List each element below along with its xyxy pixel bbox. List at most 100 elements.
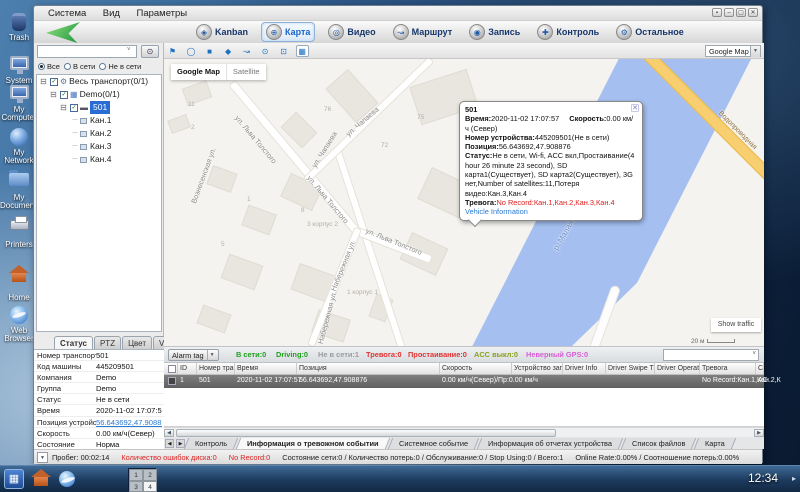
col-id[interactable]: ID	[178, 363, 197, 374]
chevron-down-icon[interactable]: ˅	[127, 47, 131, 53]
taskbar-clock[interactable]: 12:34	[748, 471, 778, 485]
tab-ptz[interactable]: PTZ	[94, 336, 121, 349]
tree-node-group[interactable]: ⊟✓▦Demo(0/1)	[37, 88, 161, 101]
workspace-2[interactable]: 2	[143, 469, 157, 481]
toolbar-control-button[interactable]: ✚Контроль	[533, 23, 603, 41]
map-canvas[interactable]: Вознесенская ул. ул. Льва Толстого ул. Л…	[164, 59, 764, 346]
building-label: 8	[301, 207, 305, 214]
filter-all[interactable]: Все	[38, 62, 60, 71]
route-icon: ↝	[393, 24, 409, 40]
scroll-left-icon[interactable]: ◀	[164, 429, 174, 437]
fullscreen-icon[interactable]: ⊡	[277, 46, 290, 58]
layer-satellite-button[interactable]: Satellite	[226, 64, 266, 80]
col-driver-operating[interactable]: Driver Operating Tir	[655, 363, 700, 374]
toolbar-other-button[interactable]: ⚙Остальное	[612, 23, 688, 41]
tab-device-reports[interactable]: Информация об отчетах устройства	[477, 438, 623, 449]
taskbar-browser-button[interactable]	[58, 470, 76, 488]
menu-parameters[interactable]: Параметры	[136, 6, 187, 21]
row-checkbox[interactable]	[168, 377, 176, 385]
zoom-icon[interactable]: ⊙	[259, 46, 272, 58]
toolbar-route-button[interactable]: ↝Маршрут	[389, 23, 457, 41]
street-label: ул. Льва Толстого	[233, 114, 278, 166]
tab-status[interactable]: Статус	[54, 336, 93, 349]
col-speed[interactable]: Скорость	[440, 363, 512, 374]
minimize-button[interactable]: –	[724, 8, 734, 17]
polyline-icon[interactable]: ↝	[240, 46, 253, 58]
record-icon: ◉	[469, 24, 485, 40]
building-label: 75	[417, 114, 424, 121]
col-record-device[interactable]: Устройство записи с	[512, 363, 563, 374]
scroll-right-icon[interactable]: ▶	[754, 429, 764, 437]
printer-icon	[8, 220, 30, 240]
polygon-icon[interactable]: ◆	[222, 46, 235, 58]
tree-node-channel-1[interactable]: ─Кан.1	[37, 114, 161, 127]
alarm-tag-button[interactable]: Alarm tag▼	[168, 349, 219, 361]
rectangle-icon[interactable]: ■	[203, 46, 216, 58]
tree-node-channel-3[interactable]: ─Кан.3	[37, 140, 161, 153]
toolbar-kanban-button[interactable]: ◈Kanban	[192, 23, 252, 41]
close-button[interactable]: ✕	[748, 8, 758, 17]
position-link[interactable]: 56.643692,47.908876	[96, 417, 162, 427]
filter-online[interactable]: В сети	[64, 62, 95, 71]
tab-file-list[interactable]: Список файлов	[620, 438, 696, 449]
col-status[interactable]: С	[756, 363, 764, 374]
filter-radios: Все В сети Не в сети	[34, 60, 164, 73]
table-row[interactable]: 1 501 2020-11-02 17:07:57 56.643692,47.9…	[164, 375, 764, 388]
tab-scroll-left-icon[interactable]: ◀	[165, 439, 174, 448]
collapse-icon[interactable]: ⊟	[49, 88, 58, 101]
search-button[interactable]: ⊙	[141, 45, 159, 58]
alarm-filter-combo[interactable]	[663, 349, 759, 361]
checkbox[interactable]: ✓	[70, 104, 78, 112]
circle-icon[interactable]: ◯	[185, 46, 198, 58]
toolbar-video-button[interactable]: ◎Видео	[324, 23, 379, 41]
collapse-icon[interactable]: ⊟	[59, 101, 68, 114]
tray-button[interactable]: ▪	[712, 8, 722, 17]
tab-control[interactable]: Контроль	[184, 438, 239, 449]
tree-node-root[interactable]: ⊟✓⚙Весь транспорт(0/1)	[37, 75, 161, 88]
menu-view[interactable]: Вид	[103, 6, 120, 21]
scrollbar-thumb[interactable]	[176, 429, 556, 437]
gear-icon: ⚙	[616, 24, 632, 40]
layers-icon[interactable]: ▦	[296, 45, 309, 57]
col-alarm[interactable]: Тревога	[700, 363, 756, 374]
workspace-4[interactable]: 4	[143, 481, 157, 492]
start-menu-button[interactable]: ▦	[4, 469, 24, 489]
col-time[interactable]: Время	[235, 363, 297, 374]
layer-map-button[interactable]: Google Map	[171, 64, 226, 80]
tab-system-events[interactable]: Системное событие	[387, 438, 479, 449]
menu-system[interactable]: Система	[48, 6, 86, 21]
map-provider-combo[interactable]: Google Map▼	[705, 45, 761, 57]
checkbox[interactable]: ✓	[50, 78, 58, 86]
tray-expand-icon[interactable]: ▸	[792, 474, 796, 483]
show-traffic-button[interactable]: Show traffic	[711, 318, 761, 332]
toolbar-map-button[interactable]: ⊕Карта	[261, 22, 315, 42]
toolbar-record-button[interactable]: ◉Запись	[465, 23, 524, 41]
col-position[interactable]: Позиция	[297, 363, 440, 374]
col-driver-info[interactable]: Driver Info	[563, 363, 606, 374]
start-icon: ▦	[9, 473, 19, 485]
channel-icon	[80, 157, 87, 163]
collapse-icon[interactable]: ⊟	[39, 75, 48, 88]
tab-color[interactable]: Цвет	[122, 336, 152, 349]
col-driver-swipe[interactable]: Driver Swipe Time	[606, 363, 655, 374]
filter-offline[interactable]: Не в сети	[99, 62, 141, 71]
workspace-1[interactable]: 1	[129, 469, 143, 481]
workspace-3[interactable]: 3	[129, 481, 143, 492]
taskbar-home-button[interactable]	[32, 470, 50, 488]
tree-node-channel-2[interactable]: ─Кан.2	[37, 127, 161, 140]
maximize-button[interactable]: ▢	[736, 8, 746, 17]
col-vehicle[interactable]: Номер трансп	[197, 363, 235, 374]
flag-icon[interactable]: ⚑	[166, 46, 179, 58]
tab-alarm-info[interactable]: Информация о тревожном событии	[236, 438, 390, 449]
horizontal-scrollbar[interactable]: ◀ ▶	[164, 427, 764, 437]
tree-node-vehicle-501[interactable]: ⊟✓▬501	[37, 101, 161, 114]
chevron-down-icon[interactable]: ▼	[37, 452, 48, 463]
map-building	[241, 205, 277, 236]
select-all-checkbox[interactable]	[168, 365, 176, 373]
tree-node-channel-4[interactable]: ─Кан.4	[37, 153, 161, 166]
tab-map[interactable]: Карта	[694, 438, 736, 449]
close-icon[interactable]: ✕	[631, 104, 639, 112]
search-input[interactable]	[37, 45, 137, 58]
vehicle-information-link[interactable]: Vehicle Information	[465, 207, 528, 216]
checkbox[interactable]: ✓	[60, 91, 68, 99]
